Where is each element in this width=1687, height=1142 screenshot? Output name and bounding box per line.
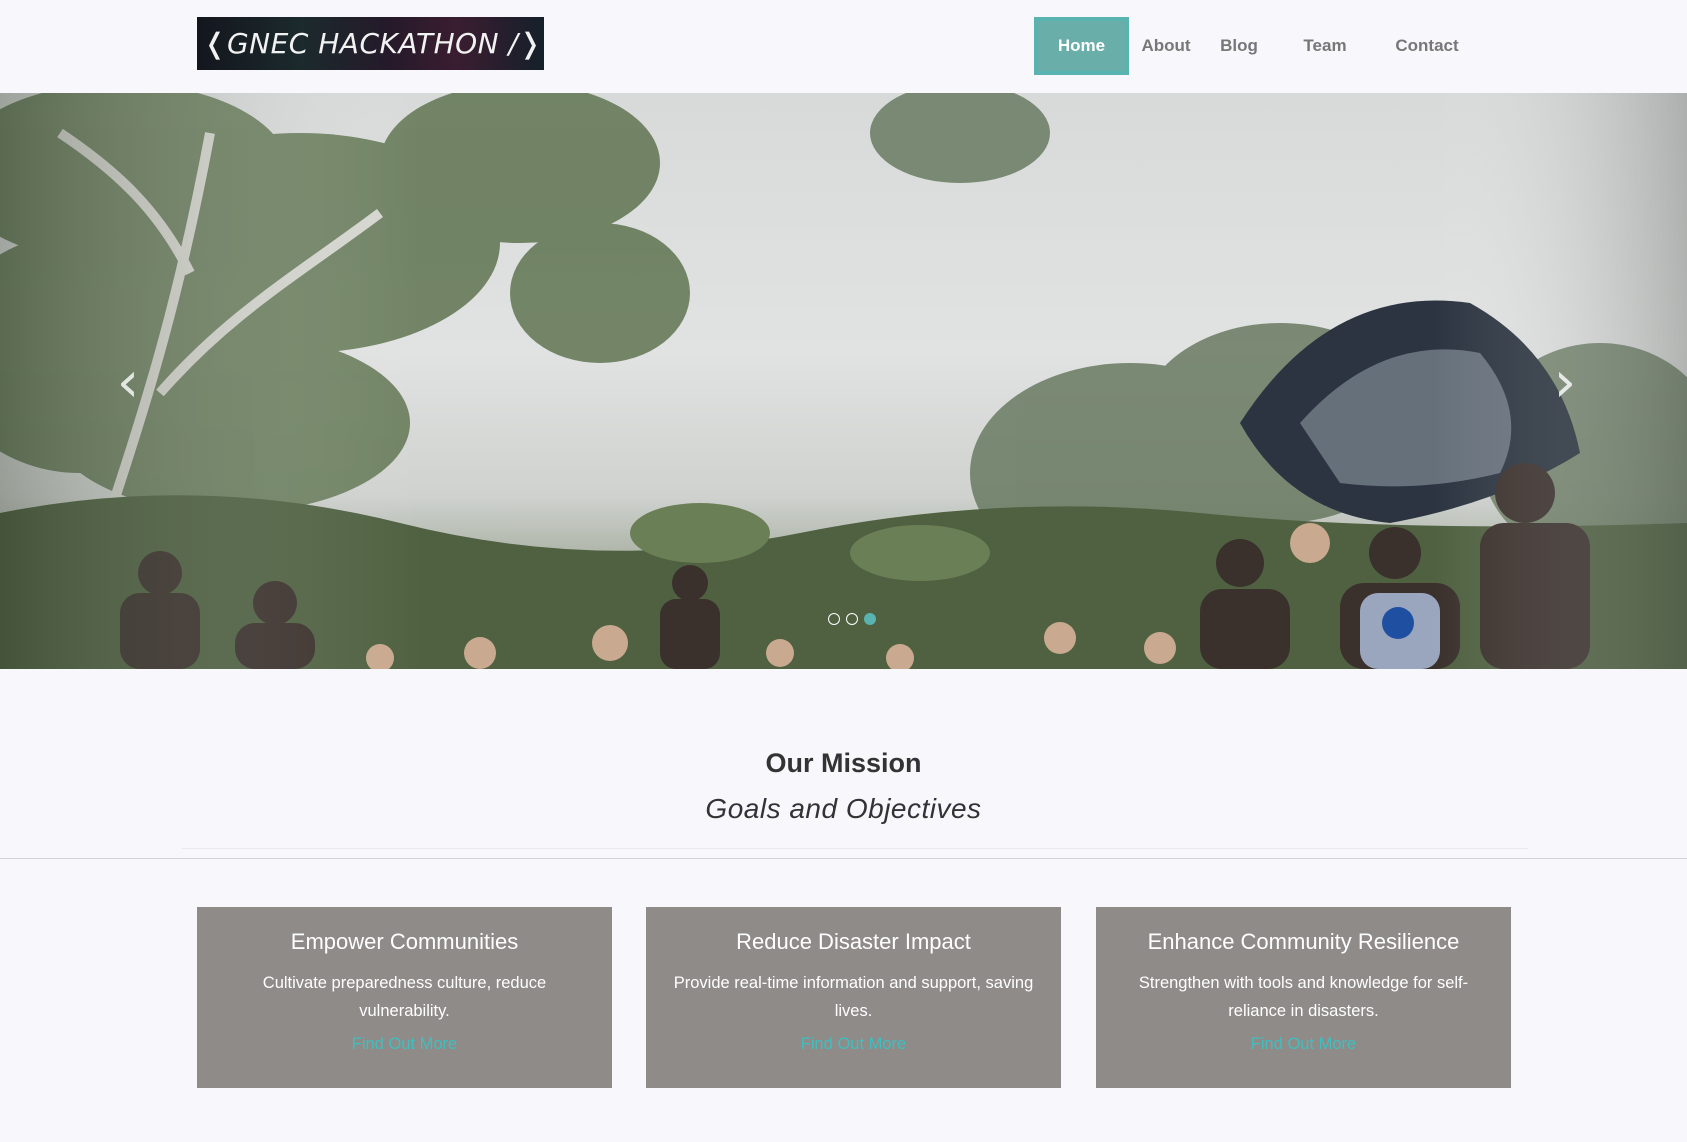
carousel-dot-3[interactable] [864, 613, 876, 625]
carousel-indicators [828, 613, 876, 625]
nav-home[interactable]: Home [1034, 17, 1129, 75]
nav-team[interactable]: Team [1292, 17, 1358, 75]
chevron-left-icon: ‹ [116, 350, 140, 415]
logo-text: ❬GNEC HACKATHON /❭ [203, 27, 543, 60]
carousel-dot-2[interactable] [846, 613, 858, 625]
card-enhance-community-resilience: Enhance Community Resilience Strengthen … [1096, 907, 1511, 1088]
card-title: Reduce Disaster Impact [736, 929, 971, 954]
nav-about[interactable]: About [1132, 17, 1200, 75]
card-text: Cultivate preparedness culture, reduce v… [262, 974, 547, 1020]
card-link-find-out-more[interactable]: Find Out More [197, 1035, 612, 1054]
hero-carousel[interactable]: ‹ › [0, 93, 1687, 669]
chevron-right-icon: › [1553, 350, 1577, 415]
card-text: Strengthen with tools and knowledge for … [1138, 974, 1469, 1020]
mission-title: Our Mission [765, 748, 922, 778]
carousel-next-button[interactable]: › [1545, 353, 1585, 413]
card-title: Empower Communities [290, 929, 519, 954]
card-empower-communities: Empower Communities Cultivate preparedne… [197, 907, 612, 1088]
carousel-dot-1[interactable] [828, 613, 840, 625]
card-title: Enhance Community Resilience [1147, 929, 1460, 954]
mission-subtitle: Goals and Objectives [705, 793, 982, 824]
card-reduce-disaster-impact: Reduce Disaster Impact Provide real-time… [646, 907, 1061, 1088]
card-link-find-out-more[interactable]: Find Out More [1096, 1035, 1511, 1054]
nav-contact[interactable]: Contact [1377, 17, 1477, 75]
nav-blog[interactable]: Blog [1209, 17, 1269, 75]
card-text: Provide real-time information and suppor… [673, 974, 1034, 1020]
site-header: ❬GNEC HACKATHON /❭ Home About Blog Team … [0, 0, 1687, 93]
hero-image [0, 93, 1687, 669]
section-divider [182, 848, 1528, 849]
carousel-prev-button[interactable]: ‹ [108, 353, 148, 413]
card-link-find-out-more[interactable]: Find Out More [646, 1035, 1061, 1054]
section-divider-outer [0, 858, 1687, 859]
site-logo[interactable]: ❬GNEC HACKATHON /❭ [197, 17, 544, 70]
